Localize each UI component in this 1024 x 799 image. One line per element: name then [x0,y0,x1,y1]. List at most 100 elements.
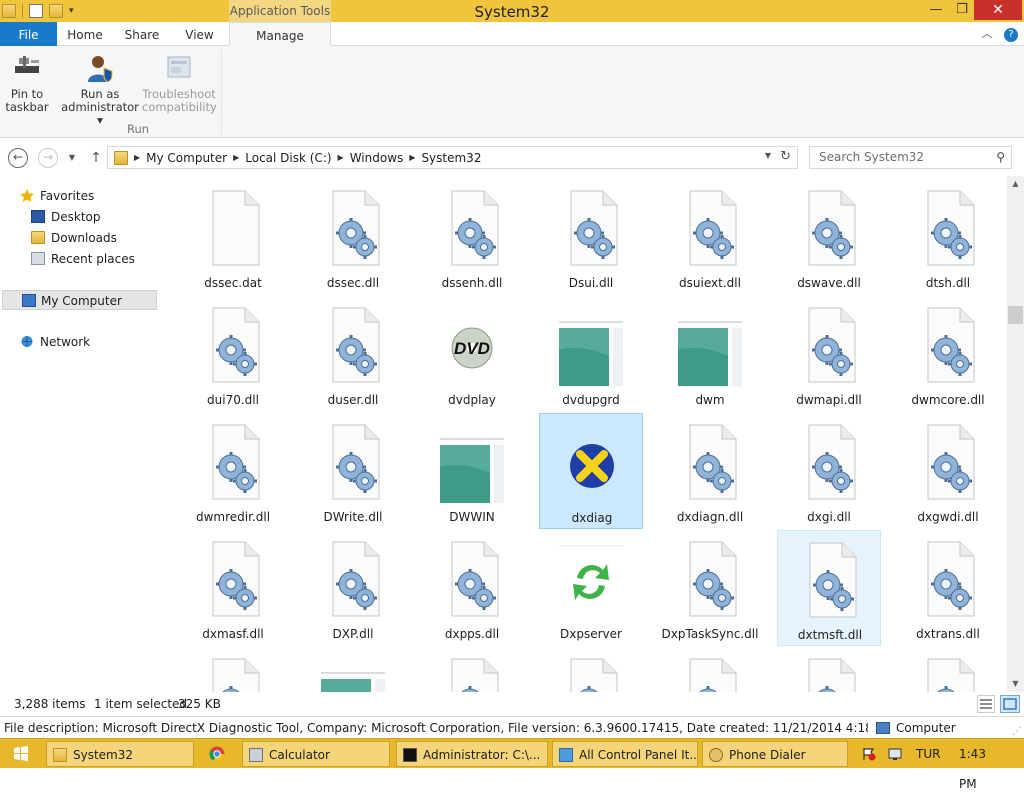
nav-favorites[interactable]: Favorites [0,186,94,206]
file-item[interactable]: dxtmsft.dll [777,530,881,646]
tab-view[interactable]: View [171,22,228,46]
breadcrumb-separator[interactable]: ▶ [134,153,140,162]
breadcrumb-my-computer[interactable]: My Computer [146,151,227,165]
file-item[interactable]: dwm [658,296,762,412]
ribbon-collapse-icon[interactable]: ︿ [982,27,993,40]
file-list[interactable]: dssec.dat dssec.dll dssenh.dll Dsui.dll dsui… [160,176,1007,692]
nav-downloads[interactable]: Downloads [0,228,117,248]
app-window-icon [559,302,623,388]
sync-icon [559,536,623,622]
refresh-icon[interactable]: ↻ [780,149,791,164]
file-item[interactable]: dxgi.dll [777,413,881,529]
nav-network[interactable]: Network [0,332,90,352]
file-item[interactable]: duser.dll [301,296,405,412]
taskbar: System32 Calculator Administrator: C:\..… [0,738,1024,791]
file-item[interactable] [301,647,405,692]
file-item[interactable]: dwmredir.dll [181,413,285,529]
file-item[interactable]: dxdiagn.dll [658,413,762,529]
taskbar-explorer-label: System32 [73,748,134,762]
qat-customize-icon[interactable]: ▾ [69,6,74,16]
file-item[interactable]: dtsh.dll [896,179,1000,295]
search-icon[interactable]: ⚲ [996,147,1005,168]
file-item[interactable] [658,647,762,692]
close-button[interactable]: ✕ [974,0,1022,20]
file-item[interactable] [896,647,1000,692]
breadcrumb-separator[interactable]: ▶ [233,153,239,162]
file-item[interactable]: dssec.dat [181,179,285,295]
search-input[interactable]: Search System32 ⚲ [809,146,1012,169]
tab-file[interactable]: File [0,22,57,46]
scroll-thumb[interactable] [1008,306,1023,324]
file-item[interactable]: DWWIN [420,413,524,529]
taskbar-control-panel[interactable]: All Control Panel It... [552,741,698,767]
file-item[interactable] [777,647,881,692]
file-item[interactable]: dssenh.dll [420,179,524,295]
address-bar[interactable]: ▶ My Computer ▶ Local Disk (C:) ▶ Window… [107,146,798,169]
run-as-administrator-button[interactable]: Run as administrator ▾ [58,52,142,127]
file-item[interactable]: Dsui.dll [539,179,643,295]
file-item[interactable] [539,647,643,692]
breadcrumb-local-disk[interactable]: Local Disk (C:) [245,151,331,165]
file-item[interactable]: dssec.dll [301,179,405,295]
file-item[interactable]: DVD dvdplay [420,296,524,412]
file-item[interactable]: DXP.dll [301,530,405,646]
file-item[interactable]: dxtrans.dll [896,530,1000,646]
taskbar-phone-dialer[interactable]: Phone Dialer [702,741,848,767]
file-item[interactable]: dvdupgrd [539,296,643,412]
recent-locations-button[interactable]: ▼ [62,148,82,168]
file-item[interactable]: dsuiext.dll [658,179,762,295]
taskbar-explorer[interactable]: System32 [46,741,194,767]
scroll-up-button[interactable]: ▲ [1007,176,1024,192]
breadcrumb-separator[interactable]: ▶ [338,153,344,162]
back-button[interactable]: ← [8,148,28,168]
nav-my-computer[interactable]: My Computer [2,290,157,310]
file-item[interactable] [181,647,285,692]
scroll-down-button[interactable]: ▼ [1007,676,1024,692]
nav-desktop-label: Desktop [51,210,101,224]
properties-icon[interactable] [29,4,43,18]
file-item[interactable] [420,647,524,692]
file-item[interactable]: dxmasf.dll [181,530,285,646]
file-item[interactable]: dxgwdi.dll [896,413,1000,529]
taskbar-command-prompt[interactable]: Administrator: C:\... [396,741,548,767]
large-icons-view-button[interactable] [1000,695,1020,713]
tab-share[interactable]: Share [113,22,171,46]
file-item[interactable]: dxpps.dll [420,530,524,646]
language-indicator[interactable]: TUR [916,739,940,769]
breadcrumb-separator[interactable]: ▶ [409,153,415,162]
file-item[interactable]: dwmapi.dll [777,296,881,412]
address-history-dropdown[interactable]: ▼ [765,151,771,160]
file-item[interactable]: dxdiag [539,413,643,529]
navigation-bar: ← → ▼ ↑ ▶ My Computer ▶ Local Disk (C:) … [0,138,1024,176]
taskbar-calculator[interactable]: Calculator [242,741,390,767]
action-center-flag-icon[interactable] [862,747,876,761]
details-view-button[interactable] [977,695,995,713]
file-item[interactable]: dui70.dll [181,296,285,412]
network-status-icon[interactable] [888,747,902,761]
file-item[interactable]: Dxpserver [539,530,643,646]
nav-recent-places[interactable]: Recent places [0,249,135,269]
file-name: dvdupgrd [562,393,620,407]
taskbar-chrome[interactable] [196,741,238,767]
forward-button[interactable]: → [38,148,58,168]
nav-desktop[interactable]: Desktop [0,207,101,227]
tab-home[interactable]: Home [57,22,113,46]
title-bar: ▾ Application Tools System32 — ❐ ✕ [0,0,1024,22]
pin-to-taskbar-button[interactable]: Pin to taskbar [4,52,50,114]
vertical-scrollbar[interactable]: ▲ ▼ [1007,176,1024,692]
file-item[interactable]: DWrite.dll [301,413,405,529]
help-icon[interactable]: ? [1004,28,1018,42]
tab-manage[interactable]: Manage [229,22,331,47]
start-button[interactable] [6,743,36,765]
breadcrumb-windows[interactable]: Windows [350,151,404,165]
file-item[interactable]: dswave.dll [777,179,881,295]
new-folder-icon[interactable] [49,4,63,18]
location-label: Computer [896,721,956,735]
up-button[interactable]: ↑ [86,148,106,168]
file-item[interactable]: dwmcore.dll [896,296,1000,412]
file-name: dxtmsft.dll [797,628,863,642]
file-item[interactable]: DxpTaskSync.dll [658,530,762,646]
troubleshoot-compatibility-button[interactable]: Troubleshoot compatibility [142,52,217,114]
breadcrumb-system32[interactable]: System32 [421,151,481,165]
clock[interactable]: 1:43 PM [959,739,986,799]
